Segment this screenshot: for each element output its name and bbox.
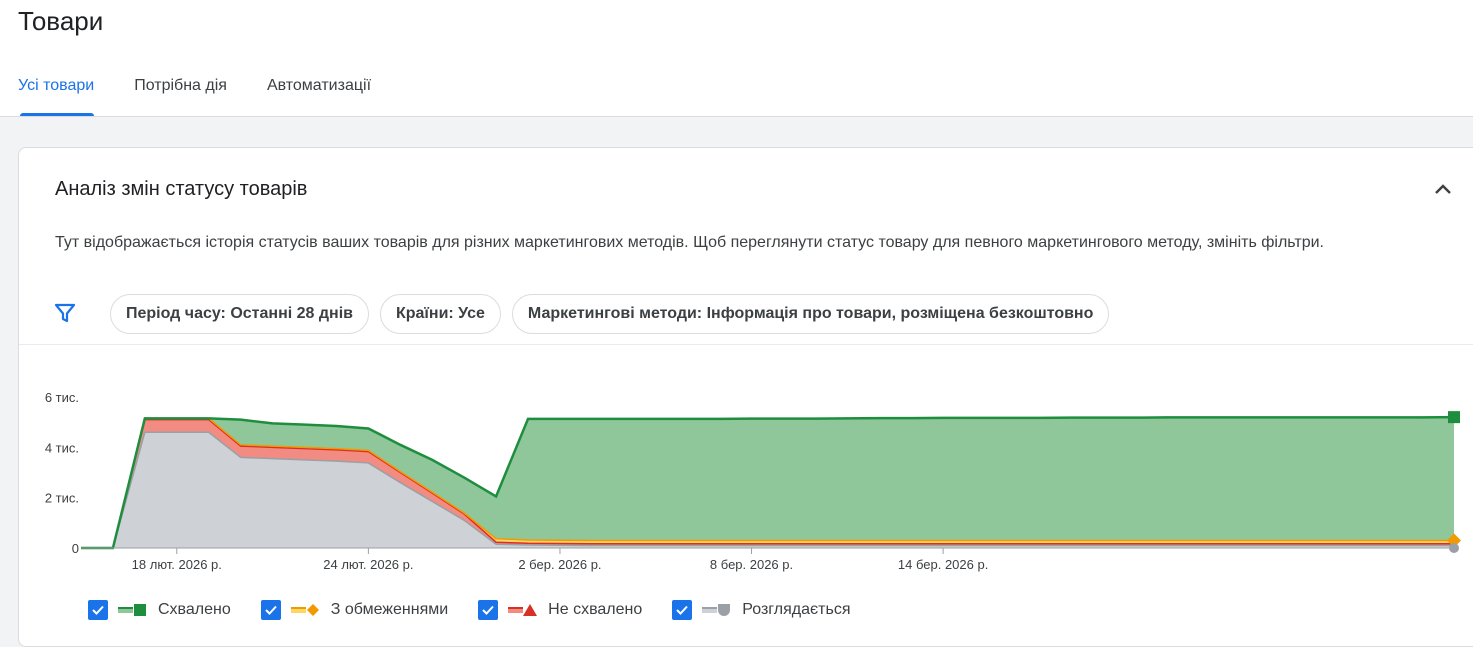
- checkbox-approved[interactable]: [88, 600, 108, 620]
- status-chart: 0 2 тис. 4 тис. 6 тис. 18 лют. 2026 р. 24 лют…: [45, 390, 1461, 572]
- y-tick-label: 4 тис.: [45, 440, 79, 455]
- y-tick-label: 6 тис.: [45, 390, 79, 405]
- legend-item-limited[interactable]: З обмеженнями: [260, 597, 449, 623]
- legend-item-approved[interactable]: Схвалено: [88, 597, 231, 623]
- legend-label-approved: Схвалено: [158, 601, 231, 618]
- y-tick-label: 2 тис.: [45, 491, 79, 506]
- pending-circle-icon: [702, 604, 731, 616]
- chart-legend: Схвалено З обмеженнями Не схвалено Розгл…: [88, 597, 881, 623]
- x-tick-label: 8 бер. 2026 р.: [710, 557, 793, 572]
- not-approved-triangle-icon: [508, 604, 538, 616]
- y-tick-label: 0: [72, 541, 79, 556]
- pending-end-marker: [1449, 543, 1459, 553]
- legend-label-not-approved: Не схвалено: [548, 601, 643, 618]
- checkbox-not-approved[interactable]: [478, 600, 499, 620]
- approved-end-marker: [1448, 411, 1460, 424]
- page-header: Товари Усі товари Потрібна дія Автоматиз…: [0, 0, 1473, 117]
- tab-bar: Усі товари Потрібна дія Автоматизації: [0, 72, 391, 117]
- limited-diamond-icon: [290, 604, 319, 616]
- x-tick-label: 14 бер. 2026 р.: [898, 557, 988, 572]
- status-analysis-card: Аналіз змін статусу товарів Тут відображ…: [18, 147, 1473, 647]
- x-tick-label: 24 лют. 2026 р.: [323, 557, 413, 572]
- approved-square-icon: [118, 604, 146, 616]
- checkbox-pending[interactable]: [672, 600, 693, 620]
- x-tick-label: 18 лют. 2026 р.: [132, 557, 222, 572]
- legend-item-not-approved[interactable]: Не схвалено: [478, 597, 642, 623]
- checkbox-limited[interactable]: [260, 600, 281, 620]
- legend-label-limited: З обмеженнями: [330, 601, 449, 618]
- page-title: Товари: [18, 6, 104, 36]
- legend-label-pending: Розглядається: [742, 601, 851, 618]
- tab-automations[interactable]: Автоматизації: [247, 72, 391, 116]
- x-tick-label: 2 бер. 2026 р.: [518, 557, 601, 572]
- tab-all-products[interactable]: Усі товари: [0, 72, 114, 116]
- tab-action-needed[interactable]: Потрібна дія: [114, 72, 247, 116]
- legend-item-pending[interactable]: Розглядається: [672, 597, 851, 623]
